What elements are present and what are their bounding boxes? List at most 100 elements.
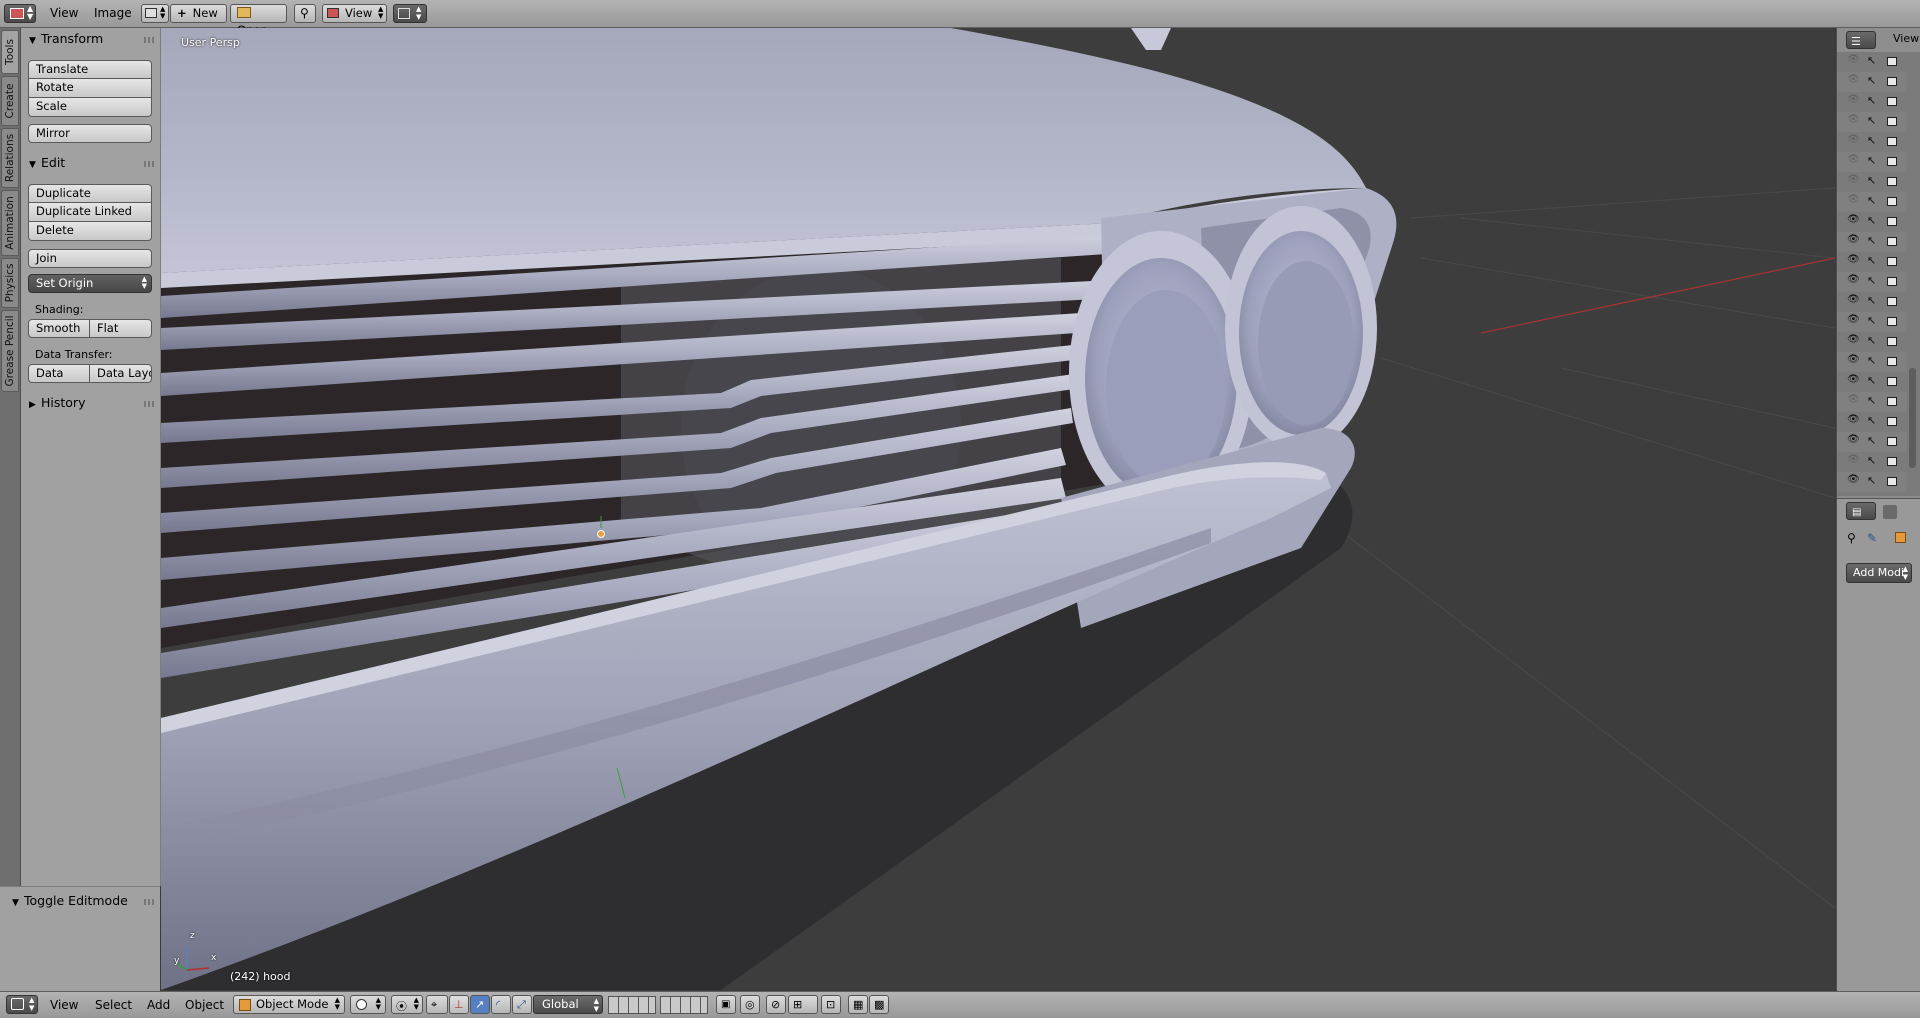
flat-button[interactable]: Flat <box>90 319 152 338</box>
render-icon[interactable] <box>1887 297 1897 306</box>
translate-manipulator-toggle[interactable]: ⊥ <box>449 995 469 1014</box>
add-modifier-dropdown[interactable]: Add Modi ▲ ▼ <box>1846 563 1912 583</box>
outliner-row[interactable]: 👁 ↖ <box>1837 212 1907 232</box>
eye-icon[interactable]: 👁 <box>1847 114 1860 125</box>
transform-panel-header[interactable]: ▼ Transform <box>29 31 103 46</box>
3d-viewport[interactable]: User Persp z x y (242) hood <box>161 28 1835 990</box>
outliner-row[interactable]: 👁 ↖ <box>1837 352 1907 372</box>
smooth-button[interactable]: Smooth <box>28 319 90 338</box>
tab-animation[interactable]: Animation <box>1 190 19 256</box>
cursor-arrow-icon[interactable]: ↖ <box>1867 454 1876 467</box>
outliner-scrollbar[interactable] <box>1909 368 1916 468</box>
render-icon[interactable] <box>1887 257 1897 266</box>
cursor-arrow-icon[interactable]: ↖ <box>1867 174 1876 187</box>
eye-icon[interactable]: 👁 <box>1847 374 1860 385</box>
outliner-row[interactable]: 👁 ↖ <box>1837 312 1907 332</box>
eye-icon[interactable]: 👁 <box>1847 394 1860 405</box>
eye-icon[interactable]: 👁 <box>1847 354 1860 365</box>
pivot-dropdown[interactable]: ▲ ▼ <box>393 4 427 23</box>
outliner-row[interactable]: 👁 ↖ <box>1837 252 1907 272</box>
pivot-point-dropdown[interactable]: ⦿ ▲ ▼ <box>391 995 423 1014</box>
outliner-row[interactable]: 👁 ↖ <box>1837 232 1907 252</box>
eye-icon[interactable]: 👁 <box>1847 134 1860 145</box>
outliner-row[interactable]: 👁 ↖ <box>1837 152 1907 172</box>
outliner[interactable]: ☰ View 👁 ↖ 👁 ↖ 👁 ↖ 👁 ↖ 👁 ↖ 👁 ↖ 👁 ↖ 👁 ↖ 👁 ↖ 👁 ↖ 👁 ↖ 👁 ↖ 👁 ↖ 👁 ↖ 👁 ↖ 👁 ↖ 👁… <box>1837 28 1920 496</box>
render-icon[interactable] <box>1887 57 1897 66</box>
render-icon[interactable] <box>1887 377 1897 386</box>
scale-manipulator-toggle[interactable]: ⤢ <box>512 995 532 1014</box>
menu-image[interactable]: Image <box>94 0 132 27</box>
outliner-row[interactable]: 👁 ↖ <box>1837 192 1907 212</box>
panel-grip-icon[interactable] <box>144 401 154 407</box>
menu-select[interactable]: Select <box>95 992 132 1018</box>
orientation-dropdown[interactable]: Global ▲ ▼ <box>533 995 603 1014</box>
panel-grip-icon[interactable] <box>144 37 154 43</box>
edit-panel-header[interactable]: ▼ Edit <box>29 155 65 170</box>
render-icon[interactable] <box>1887 477 1897 486</box>
cursor-arrow-icon[interactable]: ↖ <box>1867 374 1876 387</box>
eye-icon[interactable]: 👁 <box>1847 414 1860 425</box>
snap-target-dropdown[interactable]: ⊡ <box>821 995 841 1014</box>
eye-icon[interactable]: 👁 <box>1847 194 1860 205</box>
rotate-button[interactable]: Rotate <box>28 79 152 98</box>
panel-grip-icon[interactable] <box>144 161 154 167</box>
menu-object[interactable]: Object <box>185 992 224 1018</box>
cursor-arrow-icon[interactable]: ↖ <box>1867 214 1876 227</box>
eye-icon[interactable]: 👁 <box>1847 454 1860 465</box>
mirror-button[interactable]: Mirror <box>28 124 152 143</box>
eye-icon[interactable]: 👁 <box>1847 214 1860 225</box>
menu-view[interactable]: View <box>50 992 78 1018</box>
delete-button[interactable]: Delete <box>28 222 152 241</box>
cursor-arrow-icon[interactable]: ↖ <box>1867 94 1876 107</box>
layer-buttons-1[interactable] <box>608 996 656 1014</box>
render-opengl-button[interactable]: ▦ <box>848 995 868 1014</box>
manipulator-toggle[interactable]: ⌖ <box>426 995 448 1014</box>
eye-icon[interactable]: 👁 <box>1847 274 1860 285</box>
mode-dropdown[interactable]: Object Mode ▲ ▼ <box>233 995 345 1014</box>
properties-editor-menu[interactable]: ▤ <box>1846 502 1876 520</box>
join-button[interactable]: Join <box>28 249 152 268</box>
cursor-arrow-icon[interactable]: ↖ <box>1867 154 1876 167</box>
history-panel-header[interactable]: ▶ History <box>29 395 85 410</box>
render-icon[interactable] <box>1887 357 1897 366</box>
render-icon[interactable] <box>1887 437 1897 446</box>
eye-icon[interactable]: 👁 <box>1847 334 1860 345</box>
eye-icon[interactable]: 👁 <box>1847 74 1860 85</box>
render-icon[interactable] <box>1887 137 1897 146</box>
outliner-row[interactable]: 👁 ↖ <box>1837 272 1907 292</box>
translate-button[interactable]: Translate <box>28 60 152 79</box>
render-icon[interactable] <box>1887 417 1897 426</box>
3d-view-editor-menu[interactable]: ▲ ▼ <box>6 995 38 1014</box>
outliner-row[interactable]: 👁 ↖ <box>1837 112 1907 132</box>
tab-tools[interactable]: Tools <box>1 30 19 74</box>
proportional-edit-toggle[interactable]: ◎ <box>740 995 760 1014</box>
eye-icon[interactable]: 👁 <box>1847 154 1860 165</box>
render-icon[interactable] <box>1887 217 1897 226</box>
render-icon[interactable] <box>1887 197 1897 206</box>
cursor-arrow-icon[interactable]: ↖ <box>1867 314 1876 327</box>
render-icon[interactable] <box>1887 97 1897 106</box>
outliner-row[interactable]: 👁 ↖ <box>1837 392 1907 412</box>
cursor-arrow-icon[interactable]: ↖ <box>1867 54 1876 67</box>
eye-icon[interactable]: 👁 <box>1847 294 1860 305</box>
tab-relations[interactable]: Relations <box>1 128 19 188</box>
outliner-row[interactable]: 👁 ↖ <box>1837 332 1907 352</box>
outliner-row[interactable]: 👁 ↖ <box>1837 72 1907 92</box>
eye-icon[interactable]: 👁 <box>1847 474 1860 485</box>
eye-icon[interactable]: 👁 <box>1847 254 1860 265</box>
cursor-arrow-icon[interactable]: ↖ <box>1867 234 1876 247</box>
move-manipulator-toggle[interactable]: ↗ <box>470 995 490 1014</box>
scale-button[interactable]: Scale <box>28 98 152 117</box>
data-transfer-button[interactable]: Data <box>28 364 90 383</box>
snap-toggle[interactable]: ⊘ <box>766 995 786 1014</box>
outliner-row[interactable]: 👁 ↖ <box>1837 432 1907 452</box>
render-icon[interactable] <box>1887 77 1897 86</box>
render-icon[interactable] <box>1887 317 1897 326</box>
data-transfer-layout-button[interactable]: Data Layo <box>90 364 152 383</box>
snap-element-dropdown[interactable]: ⊞ <box>788 995 818 1014</box>
tab-physics[interactable]: Physics <box>1 258 19 308</box>
outliner-row[interactable]: 👁 ↖ <box>1837 52 1907 72</box>
layer-buttons-2[interactable] <box>660 996 708 1014</box>
cursor-arrow-icon[interactable]: ↖ <box>1867 414 1876 427</box>
eye-icon[interactable]: 👁 <box>1847 314 1860 325</box>
